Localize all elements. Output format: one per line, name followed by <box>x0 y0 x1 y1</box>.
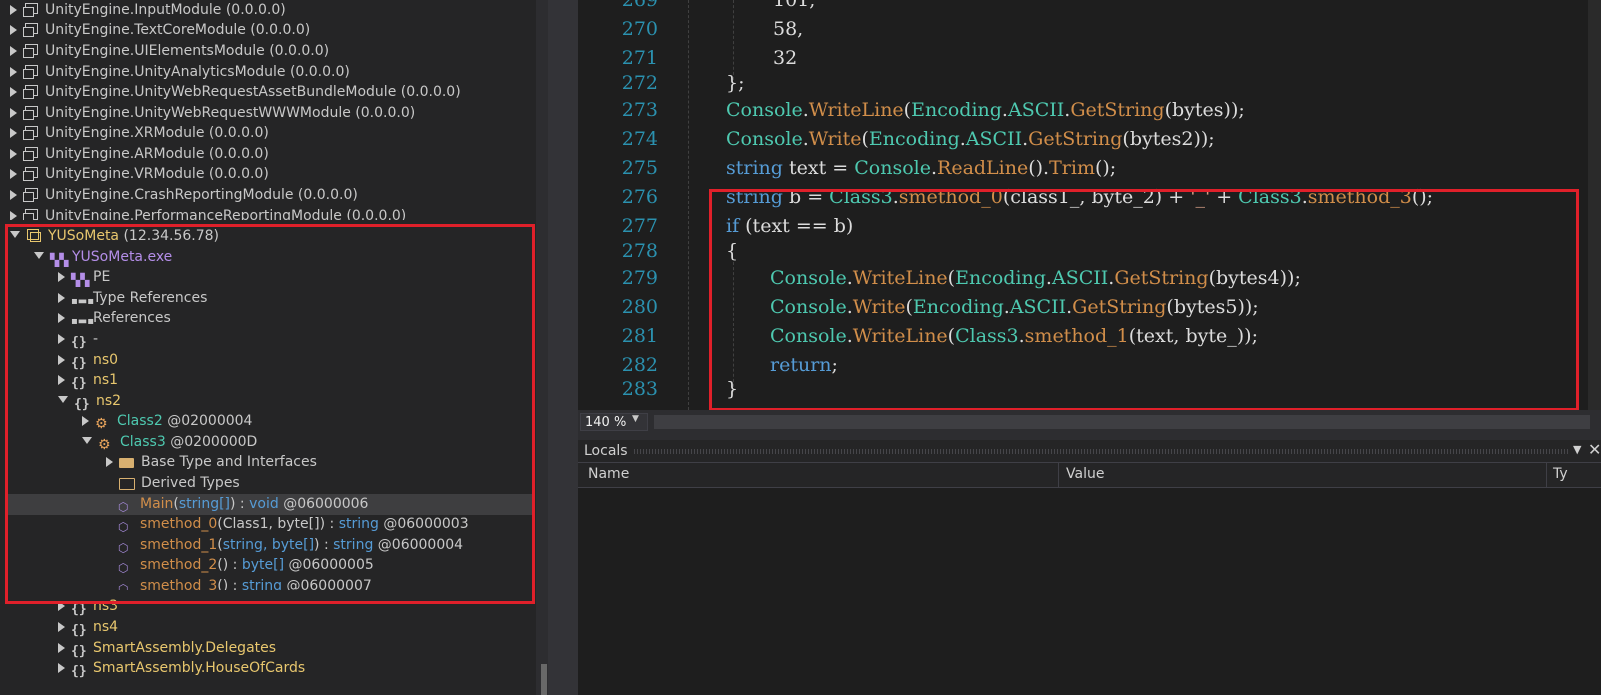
column-header-type[interactable]: Ty <box>1553 466 1568 482</box>
indent-guide <box>688 0 689 410</box>
expand-arrow-icon[interactable] <box>58 663 65 673</box>
line-number: 283 <box>621 378 658 400</box>
namespace-icon: {} <box>71 623 87 638</box>
column-header-name[interactable]: Name <box>588 466 629 482</box>
code-line: 58, <box>773 18 804 40</box>
column-resize-handle[interactable] <box>1058 463 1059 487</box>
expand-arrow-icon[interactable] <box>10 149 17 159</box>
expand-arrow-icon[interactable] <box>10 108 17 118</box>
code-line: }; <box>726 72 745 94</box>
drag-grip[interactable] <box>634 449 1569 454</box>
assembly-explorer-tree[interactable]: UnityEngine.InputModule (0.0.0.0) UnityE… <box>0 0 548 695</box>
close-icon[interactable]: ✕ <box>1588 440 1601 459</box>
editor-status-bar: 140 % ▼ <box>578 410 1601 434</box>
expand-arrow-icon[interactable] <box>10 169 17 179</box>
horizontal-scrollbar[interactable] <box>654 415 1590 429</box>
highlight-box <box>5 224 535 604</box>
module-icon <box>23 44 39 58</box>
tree-row-module[interactable]: UnityEngine.CrashReportingModule (0.0.0.… <box>10 185 358 206</box>
tree-row-module[interactable]: UnityEngine.UIElementsModule (0.0.0.0) <box>10 41 329 62</box>
expand-arrow-icon[interactable] <box>10 128 17 138</box>
line-number: 269 <box>621 0 658 11</box>
tree-row-module[interactable]: UnityEngine.PerformanceReportingModule (… <box>10 206 406 220</box>
tree-scrollbar-thumb[interactable] <box>541 664 547 695</box>
locals-column-headers: Name Value Ty <box>578 462 1601 488</box>
line-number: 277 <box>621 215 658 237</box>
line-number: 276 <box>621 186 658 208</box>
expand-arrow-icon[interactable] <box>10 190 17 200</box>
chevron-down-icon[interactable]: ▼ <box>1573 443 1581 456</box>
expand-arrow-icon[interactable] <box>10 87 17 97</box>
line-number: 272 <box>621 72 658 94</box>
expand-arrow-icon[interactable] <box>10 211 17 220</box>
column-header-value[interactable]: Value <box>1066 466 1104 482</box>
highlight-box <box>709 189 1579 411</box>
line-number: 270 <box>621 18 658 40</box>
namespace-icon: {} <box>71 644 87 659</box>
expand-arrow-icon[interactable] <box>58 643 65 653</box>
line-number: 281 <box>621 325 658 347</box>
splitter[interactable] <box>548 0 578 695</box>
indent-guide <box>733 0 734 80</box>
expand-arrow-icon[interactable] <box>58 622 65 632</box>
tree-row-module[interactable]: UnityEngine.UnityWebRequestAssetBundleMo… <box>10 82 461 103</box>
chevron-down-icon[interactable]: ▼ <box>632 414 639 424</box>
expand-arrow-icon[interactable] <box>10 67 17 77</box>
code-line: Console.Write(Encoding.ASCII.GetString(b… <box>726 128 1215 150</box>
editor-scrollbar[interactable] <box>1588 0 1601 410</box>
code-line: Console.WriteLine(Encoding.ASCII.GetStri… <box>726 99 1245 121</box>
expand-arrow-icon[interactable] <box>10 5 17 15</box>
module-icon <box>23 147 39 161</box>
tree-row-namespace[interactable]: {} SmartAssembly.HouseOfCards <box>58 658 305 679</box>
tree-scrollbar[interactable] <box>536 0 548 695</box>
namespace-icon: {} <box>71 664 87 679</box>
tree-row-module[interactable]: UnityEngine.InputModule (0.0.0.0) <box>10 0 286 21</box>
line-number: 280 <box>621 296 658 318</box>
tree-row-module[interactable]: UnityEngine.XRModule (0.0.0.0) <box>10 123 269 144</box>
tree-row-module[interactable]: UnityEngine.ARModule (0.0.0.0) <box>10 144 269 165</box>
code-line: string text = Console.ReadLine().Trim(); <box>726 157 1117 179</box>
module-icon <box>23 106 39 120</box>
code-line: 101, <box>773 0 816 11</box>
line-number: 282 <box>621 354 658 376</box>
module-icon <box>23 209 39 220</box>
module-icon <box>23 126 39 140</box>
tree-row-namespace[interactable]: {} SmartAssembly.Delegates <box>58 638 276 659</box>
expand-arrow-icon[interactable] <box>10 46 17 56</box>
locals-list[interactable] <box>578 488 1601 695</box>
module-icon <box>23 188 39 202</box>
line-number: 275 <box>621 157 658 179</box>
expand-arrow-icon[interactable] <box>10 25 17 35</box>
tree-row-module[interactable]: UnityEngine.TextCoreModule (0.0.0.0) <box>10 20 310 41</box>
line-number: 271 <box>621 47 658 69</box>
module-icon <box>23 167 39 181</box>
tree-row-module[interactable]: UnityEngine.UnityAnalyticsModule (0.0.0.… <box>10 62 350 83</box>
code-line: 32 <box>773 47 798 69</box>
tree-row-namespace[interactable]: {} ns4 <box>58 617 118 638</box>
line-number: 278 <box>621 240 658 262</box>
column-resize-handle[interactable] <box>1546 463 1547 487</box>
line-number: 279 <box>621 267 658 289</box>
module-icon <box>23 3 39 17</box>
module-icon <box>23 65 39 79</box>
line-number: 274 <box>621 128 658 150</box>
locals-panel: Locals ▼ ✕ Name Value Ty <box>578 440 1601 695</box>
line-number: 273 <box>621 99 658 121</box>
panel-title: Locals <box>584 443 628 459</box>
tree-row-module[interactable]: UnityEngine.UnityWebRequestWWWModule (0.… <box>10 103 415 124</box>
module-icon <box>23 23 39 37</box>
module-icon <box>23 85 39 99</box>
tree-row-module[interactable]: UnityEngine.VRModule (0.0.0.0) <box>10 164 269 185</box>
locals-header: Locals ▼ ✕ <box>578 440 1601 462</box>
